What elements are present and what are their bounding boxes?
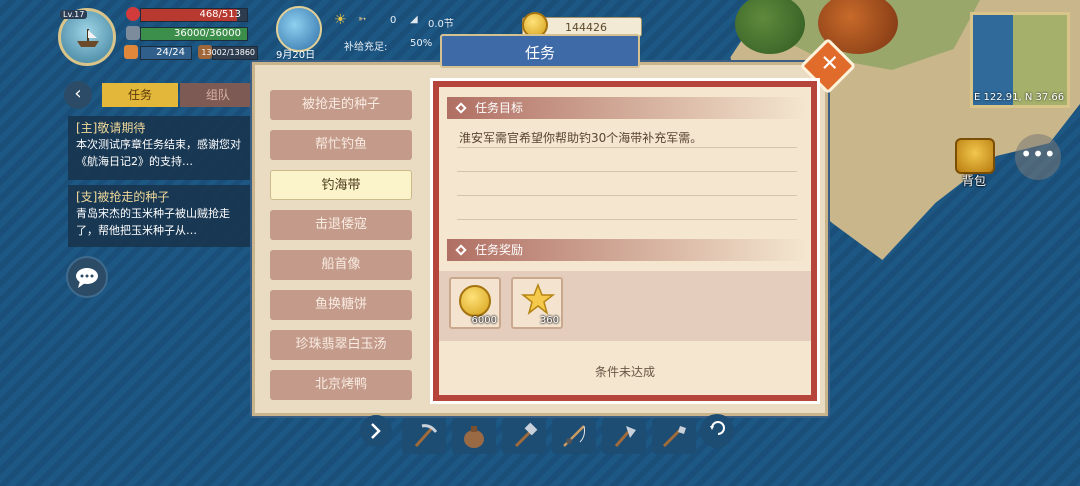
quest-title: [主]敬请期待 [76,121,146,135]
refresh-icon [710,421,725,435]
supply-status-label: 补给充足: [344,42,388,53]
quest-list-item[interactable]: 帮忙钓鱼 [270,130,412,160]
quest-list-item[interactable]: 击退倭寇 [270,210,412,240]
reward-header: 任务奖励 [447,239,807,261]
heart-icon [126,7,140,21]
tracked-quest-side[interactable]: [支]被抢走的种子 青岛宋杰的玉米种子被山贼抢走了，帮他把玉米种子从… [68,185,258,247]
spear-icon [662,426,686,448]
quest-letter: 任务目标 淮安军需官希望你帮助钓30个海带补充军需。 任务奖励 6000 360… [430,78,820,404]
arrows-value: 0 [390,15,397,26]
pickaxe-icon [414,424,438,447]
toolbar-expand-button[interactable] [360,415,392,447]
quest-list-item-selected[interactable]: 钓海带 [270,170,412,200]
reward-amount: 360 [539,315,559,326]
gold-value: 144426 [565,21,607,34]
tool-spear[interactable] [652,418,696,454]
diamond-icon [455,244,467,256]
tool-fishing-rod[interactable] [552,418,596,454]
quest-list-item[interactable]: 鱼换糖饼 [270,290,412,320]
toolbar-cycle-button[interactable] [700,414,734,448]
supply-barrel-icon [126,26,140,40]
divider [457,195,797,196]
supply-status-pct: 50% [410,38,433,49]
cargo-value: 13002/13860 [201,48,255,57]
quest-desc: 青岛宋杰的玉米种子被山贼抢走了，帮他把玉米种子从… [76,207,230,237]
quest-list-item[interactable]: 北京烤鸭 [270,370,412,400]
quest-desc: 本次测试序章任务结束，感谢您对《航海日记2》的支持… [76,138,241,168]
hammer-icon [514,422,538,448]
sun-icon: ☀ [334,12,347,28]
diamond-icon [455,102,467,114]
chat-glyph [76,268,98,288]
dialog-title: 任务 [524,44,555,62]
quest-list-item[interactable]: 珍珠翡翠白玉汤 [270,330,412,360]
reward-item[interactable]: 360 [511,277,563,329]
quest-title: [支]被抢走的种子 [76,190,170,204]
tool-sack[interactable] [452,418,496,454]
quest-list-item[interactable]: 船首像 [270,250,412,280]
ship-icon [77,29,99,47]
backpack-icon[interactable] [955,138,995,174]
crew-icon [124,45,138,59]
chevron-right-icon [371,423,381,439]
fishing-rod-icon [563,425,585,447]
gold-coin-icon [459,285,491,317]
reward-amount: 6000 [471,315,497,326]
coordinates-readout: E 122.91, N 37.66 [974,92,1065,103]
goal-text: 淮安军需官希望你帮助钓30个海带补充军需。 [459,131,703,145]
speed-value: 0.0节 [428,19,454,30]
divider [457,171,797,172]
star-medal-icon [521,283,555,315]
divider [457,147,797,148]
letter-paper: 任务目标 淮安军需官希望你帮助钓30个海带补充军需。 任务奖励 6000 360… [439,87,811,395]
level-badge: Lv.17 [60,10,88,19]
goal-header-text: 任务目标 [475,101,524,115]
crew-bar: 24/24 [140,46,192,60]
supply-value: 36000/36000 [174,28,241,39]
hp-value: 468/513 [199,9,241,20]
reward-header-text: 任务奖励 [475,243,524,257]
tracked-quest-main[interactable]: [主]敬请期待 本次测试序章任务结束，感谢您对《航海日记2》的支持… [68,116,258,180]
divider [457,219,797,220]
sail-icon: ◢ [410,14,418,25]
tool-axe[interactable] [602,418,646,454]
chat-bubble-icon[interactable] [66,256,108,298]
more-options-button[interactable]: ••• [1015,134,1061,180]
backpack-label: 背包 [962,174,987,188]
condition-status: 条件未达成 [594,365,655,379]
tab-team[interactable]: 组队 [180,83,256,107]
arrow-icon: ➳ [358,14,367,25]
quest-list: 被抢走的种子 帮忙钓鱼 钓海带 击退倭寇 船首像 鱼换糖饼 珍珠翡翠白玉汤 北京… [262,78,422,408]
dialog-title-ribbon: 任务 [440,34,640,68]
sack-icon [464,426,484,448]
quest-list-item[interactable]: 被抢走的种子 [270,90,412,120]
reward-item[interactable]: 6000 [449,277,501,329]
supply-bar: 36000/36000 [140,27,248,41]
back-button[interactable]: ‹ [64,81,92,109]
date-label: 9月20日 [276,50,316,61]
hp-bar: 468/513 [140,8,248,22]
axe-icon [614,426,636,447]
tool-pickaxe[interactable] [402,418,446,454]
tool-hammer[interactable] [502,418,546,454]
tab-quest[interactable]: 任务 [102,83,178,107]
goal-header: 任务目标 [447,97,807,119]
cargo-bar: 13002/13860 [201,46,258,60]
close-icon: ✕ [820,51,839,77]
crew-value: 24/24 [156,47,185,58]
